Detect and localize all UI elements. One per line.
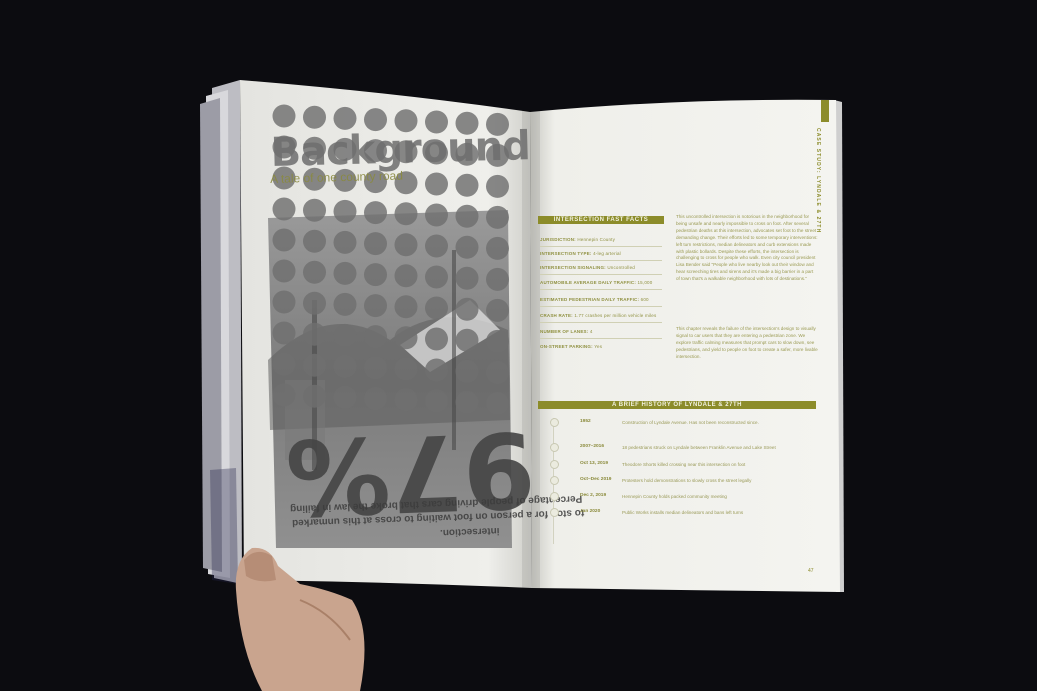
halftone-dot (333, 168, 357, 192)
halftone-dot (455, 390, 479, 414)
halftone-dot (364, 232, 387, 256)
halftone-dot (364, 201, 387, 225)
halftone-dot (486, 391, 509, 415)
halftone-dot (303, 167, 326, 191)
halftone-dot (486, 236, 509, 260)
halftone-dot (333, 292, 357, 316)
halftone-dot (394, 109, 418, 133)
halftone-dot (272, 228, 296, 252)
right-page (530, 99, 840, 592)
halftone-dot (333, 354, 357, 378)
halftone-dot (364, 139, 387, 163)
halftone-dot (455, 297, 479, 321)
halftone-dot (364, 356, 387, 380)
halftone-dot (272, 135, 296, 159)
halftone-dot (333, 323, 357, 347)
halftone-dot (333, 106, 357, 130)
halftone-dot (272, 383, 296, 407)
halftone-dot (425, 141, 448, 165)
halftone-dot (364, 170, 387, 194)
halftone-dot (394, 233, 418, 257)
halftone-dot (364, 263, 387, 287)
halftone-dot (394, 295, 418, 319)
halftone-dot (425, 389, 448, 413)
halftone-dot (364, 294, 387, 318)
halftone-dot (486, 298, 509, 322)
halftone-dot (303, 353, 326, 377)
halftone-dot (394, 264, 418, 288)
halftone-dot (303, 384, 326, 408)
halftone-dot (486, 205, 509, 229)
halftone-dot (455, 204, 479, 228)
halftone-dot (486, 112, 509, 136)
halftone-dot (272, 197, 296, 221)
halftone-dot (272, 104, 296, 128)
halftone-dot (455, 266, 479, 290)
halftone-dot (364, 108, 387, 132)
halftone-dot (364, 325, 387, 349)
halftone-dot (303, 229, 326, 253)
halftone-dot (455, 173, 479, 197)
halftone-dot (303, 291, 326, 315)
halftone-dot (486, 329, 509, 353)
halftone-dot (333, 137, 357, 161)
halftone-dot (394, 202, 418, 226)
halftone-dot (394, 140, 418, 164)
halftone-dot (272, 290, 296, 314)
halftone-dot (486, 267, 509, 291)
halftone-dot (303, 198, 326, 222)
halftone-dot (272, 321, 296, 345)
halftone-dot (333, 199, 357, 223)
photo-scene (0, 0, 1037, 691)
halftone-dot (364, 387, 387, 411)
halftone-dot (425, 234, 448, 258)
halftone-dot (486, 360, 509, 384)
halftone-dot (425, 110, 448, 134)
halftone-dot (455, 111, 479, 135)
halftone-dot (425, 172, 448, 196)
halftone-dot (455, 328, 479, 352)
halftone-dot (425, 265, 448, 289)
halftone-dot (394, 171, 418, 195)
halftone-dot (303, 260, 326, 284)
halftone-dot (425, 203, 448, 227)
halftone-dot (394, 388, 418, 412)
halftone-dot (486, 174, 509, 198)
halftone-dot (303, 322, 326, 346)
halftone-dot (272, 166, 296, 190)
halftone-dot (455, 235, 479, 259)
halftone-dot (455, 359, 479, 383)
halftone-dot (333, 230, 357, 254)
halftone-dot (394, 326, 418, 350)
halftone-dot (455, 142, 479, 166)
halftone-dot (425, 296, 448, 320)
halftone-dot (333, 385, 357, 409)
halftone-dot (303, 105, 326, 129)
halftone-dot (303, 136, 326, 160)
halftone-dot (425, 327, 448, 351)
halftone-dot (272, 352, 296, 376)
halftone-dot (394, 357, 418, 381)
halftone-dot (333, 261, 357, 285)
halftone-dot (425, 358, 448, 382)
halftone-dot (486, 143, 509, 167)
halftone-dot (272, 259, 296, 283)
